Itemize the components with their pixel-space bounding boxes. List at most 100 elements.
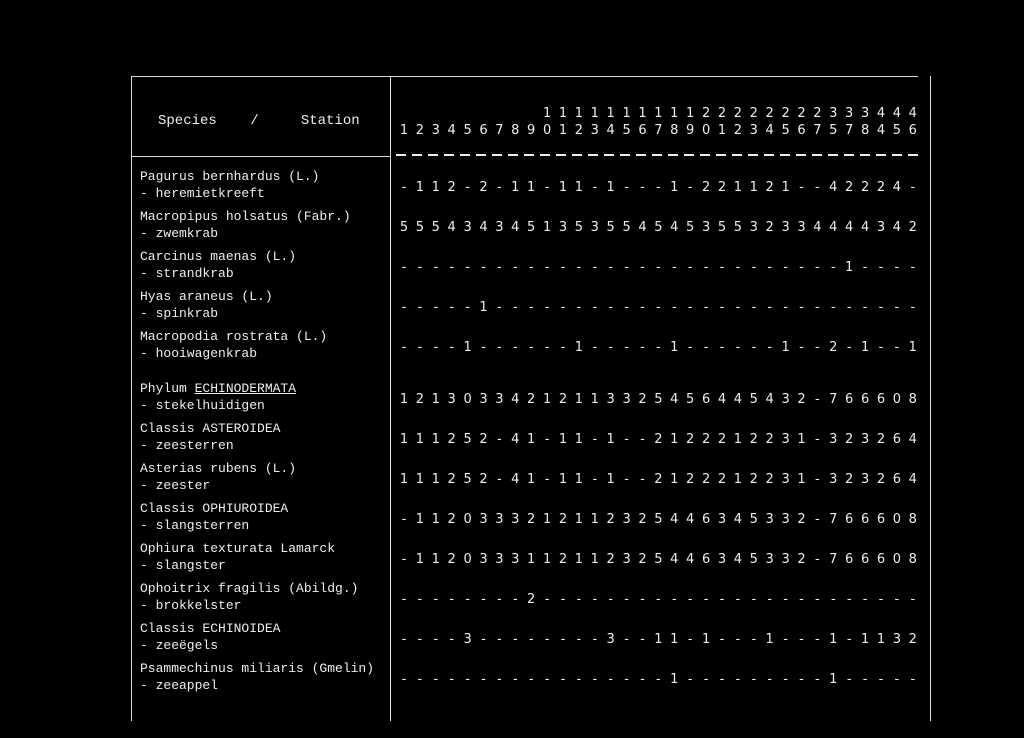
species-label: Ophiura texturata Lamarck - slangster: [140, 540, 335, 574]
count-cell: -: [687, 260, 693, 275]
count-cell: 2: [797, 512, 806, 527]
count-cell: -: [862, 672, 868, 687]
station-tens-digit: 3: [829, 106, 838, 121]
count-cell: -: [481, 632, 486, 647]
count-cell: -: [417, 340, 423, 355]
count-cell: -: [497, 592, 502, 607]
count-cell: 4: [670, 512, 679, 527]
count-cell: 6: [701, 552, 711, 567]
species-label: Psammechinus miliaris (Gmelin) - zeeappe…: [140, 660, 374, 694]
count-cell: 2: [527, 512, 536, 527]
station-tens-digit: 1: [542, 106, 552, 121]
count-cell: -: [799, 632, 804, 647]
latin-name: Ophiura texturata Lamarck: [140, 541, 336, 556]
count-cell: -: [528, 260, 534, 275]
count-cell: -: [528, 300, 534, 315]
count-cell: 2: [765, 472, 774, 487]
count-cell: -: [465, 260, 470, 275]
count-cell: 5: [527, 220, 536, 235]
count-cell: -: [656, 592, 661, 607]
count-cell: -: [815, 340, 820, 355]
station-number: 9: [686, 123, 695, 138]
count-cell: -: [815, 592, 820, 607]
count-cell: 1: [574, 392, 584, 407]
count-cell: -: [703, 672, 709, 687]
count-cell: -: [878, 300, 884, 315]
station-tens-digit: 2: [717, 106, 727, 121]
count-cell: -: [767, 592, 773, 607]
count-cell: -: [401, 512, 407, 527]
count-cell: 2: [845, 432, 854, 447]
count-cell: -: [512, 260, 518, 275]
count-cell: 3: [590, 220, 599, 235]
count-cell: -: [465, 180, 470, 195]
count-cell: 2: [717, 472, 727, 487]
station-number: 9: [527, 123, 536, 138]
count-cell: 1: [415, 432, 425, 447]
count-cell: 8: [908, 512, 917, 527]
count-cell: 5: [606, 220, 615, 235]
count-cell: 2: [447, 472, 456, 487]
count-cell: 2: [876, 472, 886, 487]
count-cell: 3: [606, 632, 615, 647]
latin-name: Classis OPHIUROIDEA: [140, 501, 289, 516]
count-cell: 1: [765, 632, 774, 647]
count-cell: -: [401, 340, 407, 355]
count-cell: 2: [654, 432, 663, 447]
count-cell: -: [433, 592, 439, 607]
station-number: 5: [463, 123, 472, 138]
count-cell: 1: [606, 472, 615, 487]
count-cell: 2: [749, 432, 758, 447]
count-cell: 3: [495, 552, 504, 567]
count-cell: -: [783, 300, 788, 315]
count-cell: 2: [479, 432, 488, 447]
count-cell: 5: [574, 220, 584, 235]
latin-name: Classis ASTEROIDEA: [140, 421, 281, 436]
count-cell: -: [624, 300, 629, 315]
count-cell: -: [735, 632, 741, 647]
count-cell: -: [449, 632, 455, 647]
count-cell: -: [544, 340, 550, 355]
count-cell: 5: [654, 552, 663, 567]
count-cell: 2: [765, 220, 774, 235]
count-cell: -: [544, 180, 550, 195]
station-tens-digit: 2: [733, 106, 743, 121]
count-cell: 3: [479, 512, 488, 527]
count-cell: 5: [654, 220, 663, 235]
station-number: 2: [574, 123, 584, 138]
count-cell: 3: [511, 552, 520, 567]
count-cell: 3: [765, 512, 774, 527]
count-cell: 6: [892, 432, 902, 447]
table-right-border: [930, 76, 931, 721]
count-cell: -: [735, 592, 741, 607]
count-cell: -: [417, 672, 423, 687]
count-cell: 2: [765, 180, 774, 195]
count-cell: -: [862, 260, 868, 275]
count-cell: 2: [447, 512, 456, 527]
count-cell: 4: [511, 392, 520, 407]
count-cell: -: [608, 300, 614, 315]
count-cell: 6: [845, 392, 854, 407]
count-cell: -: [894, 300, 900, 315]
station-number: 5: [781, 123, 790, 138]
station-tens-digit: 1: [590, 106, 599, 121]
count-cell: 4: [892, 220, 902, 235]
count-cell: 3: [495, 512, 504, 527]
common-name: - heremietkreeft: [140, 186, 265, 201]
count-cell: 1: [574, 180, 584, 195]
count-cell: 1: [670, 180, 679, 195]
count-cell: 1: [574, 472, 584, 487]
count-cell: -: [624, 432, 629, 447]
count-cell: 1: [733, 472, 743, 487]
count-cell: 1: [908, 340, 917, 355]
count-cell: 1: [876, 632, 886, 647]
common-name: - strandkrab: [140, 266, 234, 281]
count-cell: -: [576, 672, 582, 687]
station-number: 5: [829, 123, 838, 138]
species-label: Macropipus holsatus (Fabr.) - zwemkrab: [140, 208, 351, 242]
count-cell: -: [481, 260, 486, 275]
count-cell: -: [576, 632, 582, 647]
station-tens-digit: 3: [860, 106, 870, 121]
common-name: - slangsterren: [140, 518, 250, 533]
count-cell: -: [640, 260, 645, 275]
